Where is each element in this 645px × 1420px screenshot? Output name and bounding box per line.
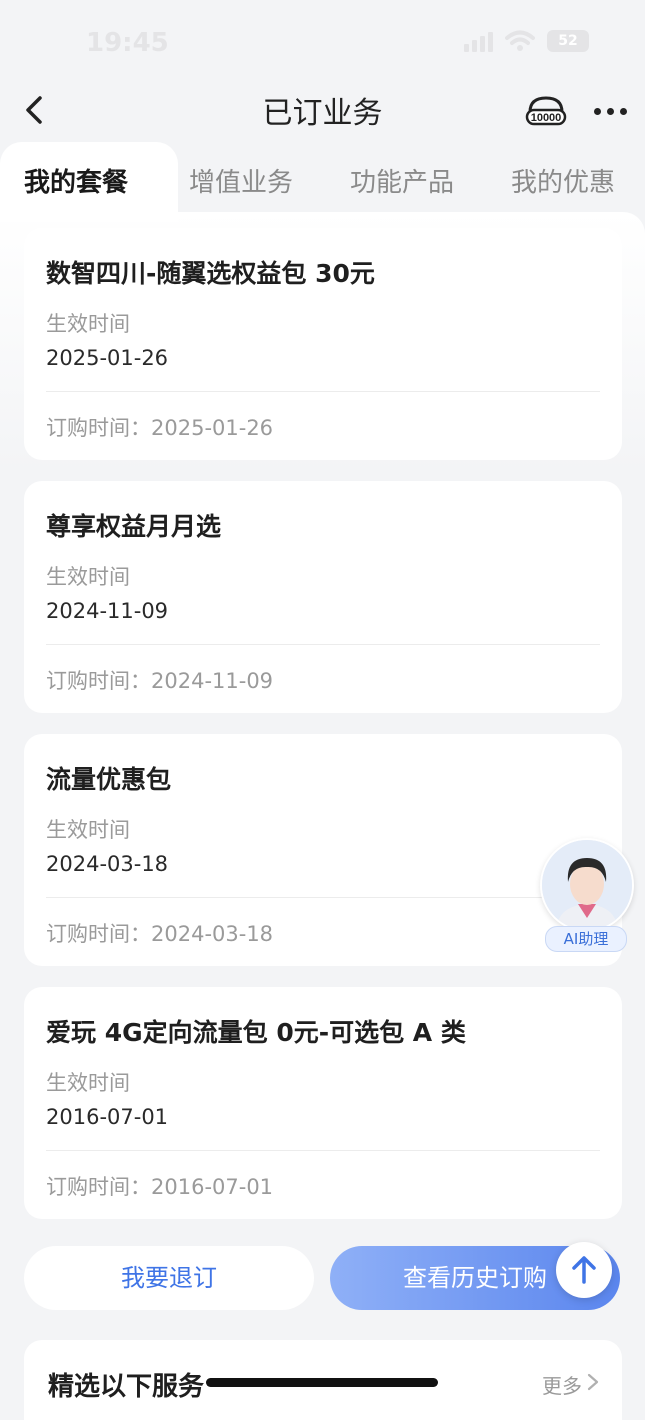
card-title: 爱玩 4G定向流量包 0元-可选包 A 类 — [46, 1018, 466, 1047]
wifi-icon — [505, 30, 535, 51]
assistant-avatar — [540, 838, 634, 932]
tab-functions[interactable]: 功能产品 — [350, 162, 454, 199]
effective-date: 2024-11-09 — [46, 599, 169, 623]
effective-date: 2016-07-01 — [46, 1105, 169, 1129]
card-title: 流量优惠包 — [46, 765, 172, 794]
nav-bar: 已订业务 10000 — [0, 80, 645, 140]
card-title: 数智四川-随翼选权益包 30元 — [46, 259, 375, 288]
recommend-title: 精选以下服务 — [48, 1372, 205, 1402]
order-time: 订购时间：2024-11-09 — [46, 669, 274, 693]
back-to-top-icon[interactable] — [556, 1242, 612, 1298]
signal-icon — [464, 30, 493, 52]
tab-bar: 我的套餐 增值业务 功能产品 我的优惠 — [0, 142, 645, 222]
effective-label: 生效时间 — [46, 565, 130, 589]
more-dot — [594, 108, 601, 115]
order-time: 订购时间：2024-03-18 — [46, 922, 274, 946]
customer-service-icon[interactable]: 10000 — [524, 94, 568, 130]
status-bar: 19:45 52 — [0, 0, 645, 88]
more-dot — [607, 108, 614, 115]
battery-icon: 52 — [547, 30, 589, 52]
tab-discounts[interactable]: 我的优惠 — [511, 162, 615, 199]
order-time: 订购时间：2016-07-01 — [46, 1175, 274, 1199]
ai-assistant-button[interactable]: AI助理 — [540, 838, 634, 952]
tab-value-added[interactable]: 增值业务 — [189, 162, 293, 199]
unsubscribe-button[interactable]: 我要退订 — [24, 1246, 314, 1310]
effective-date: 2025-01-26 — [46, 346, 169, 370]
more-button[interactable] — [594, 108, 627, 115]
subscription-card[interactable]: 数智四川-随翼选权益包 30元 生效时间 2025-01-26 订购时间：202… — [24, 228, 622, 460]
divider — [46, 1150, 600, 1151]
effective-label: 生效时间 — [46, 818, 130, 842]
divider — [46, 391, 600, 392]
divider — [46, 644, 600, 645]
subscription-card[interactable]: 流量优惠包 生效时间 2024-03-18 订购时间：2024-03-18 — [24, 734, 622, 966]
svg-text:10000: 10000 — [531, 112, 562, 124]
more-link[interactable]: 更多 — [542, 1370, 582, 1399]
order-time: 订购时间：2025-01-26 — [46, 416, 274, 440]
subscription-card[interactable]: 爱玩 4G定向流量包 0元-可选包 A 类 生效时间 2016-07-01 订购… — [24, 987, 622, 1219]
effective-label: 生效时间 — [46, 312, 130, 336]
ai-assistant-label: AI助理 — [545, 926, 627, 952]
subscription-card[interactable]: 尊享权益月月选 生效时间 2024-11-09 订购时间：2024-11-09 — [24, 481, 622, 713]
card-title: 尊享权益月月选 — [46, 512, 222, 541]
more-dot — [620, 108, 627, 115]
status-time: 19:45 — [86, 28, 169, 58]
home-indicator — [206, 1378, 438, 1387]
chevron-right-icon[interactable] — [586, 1372, 600, 1392]
effective-date: 2024-03-18 — [46, 852, 169, 876]
tab-my-plan[interactable]: 我的套餐 — [24, 162, 128, 199]
status-icons: 52 — [464, 30, 589, 52]
divider — [46, 897, 600, 898]
effective-label: 生效时间 — [46, 1071, 130, 1095]
